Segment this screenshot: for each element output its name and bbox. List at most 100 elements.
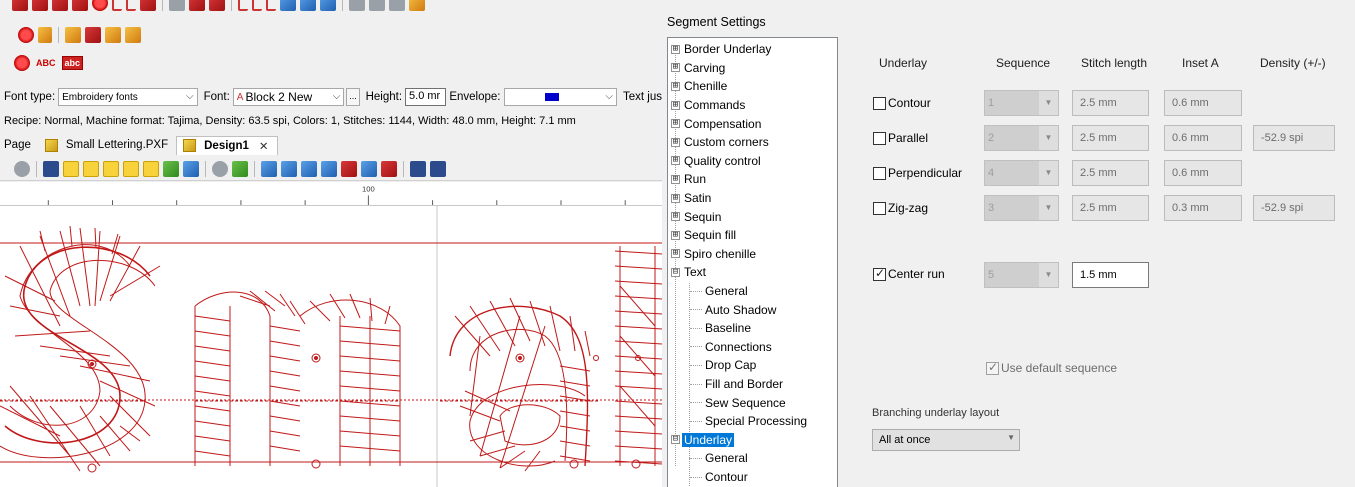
stitch-player-icon[interactable]	[281, 160, 297, 177]
circle-badge-icon[interactable]	[18, 27, 34, 43]
expand-icon[interactable]: ⊞	[671, 100, 680, 110]
line-tool-icon[interactable]	[238, 0, 248, 11]
applique-icon[interactable]	[65, 27, 81, 43]
parallel-sequence-dropdown[interactable]: 2 ▼	[984, 125, 1059, 151]
branching-underlay-dropdown[interactable]: All at once ▼	[872, 429, 1020, 451]
zigzag-checkbox[interactable]: Zig-zag	[873, 201, 928, 215]
stitch-player-icon[interactable]	[361, 160, 377, 177]
pencil-icon[interactable]	[105, 27, 121, 43]
monogram-icon[interactable]	[125, 27, 141, 43]
expand-icon[interactable]: ⊞	[671, 137, 680, 147]
stitch-tool-icon[interactable]	[52, 0, 68, 11]
show-fabric-icon[interactable]	[123, 160, 139, 177]
tree-item-chenille[interactable]: ⊞ Chenille	[668, 77, 729, 96]
tree-item-satin[interactable]: ⊞ Satin	[668, 189, 713, 208]
ruler-icon[interactable]	[163, 160, 179, 177]
line-tool-icon[interactable]	[126, 0, 136, 11]
perpendicular-stitch-length-input[interactable]: 2.5 mm	[1072, 160, 1149, 186]
use-default-sequence-checkbox[interactable]: Use default sequence	[986, 360, 1117, 375]
tree-item-carving[interactable]: ⊞ Carving	[668, 59, 727, 78]
contour-inset-input[interactable]: 0.6 mm	[1164, 90, 1242, 116]
tab-small-lettering[interactable]: Small Lettering.PXF	[39, 136, 176, 155]
tool-icon[interactable]	[209, 0, 225, 11]
pattern-icon[interactable]	[85, 27, 101, 43]
center-run-stitch-length-input[interactable]: 1.5 mm	[1072, 262, 1149, 288]
tree-item-baseline[interactable]: Baseline	[690, 319, 751, 338]
abc-box-icon[interactable]: abc	[61, 56, 84, 70]
tree-item-underlay-general[interactable]: General	[690, 449, 748, 468]
tree-item-border-underlay[interactable]: ⊞ Border Underlay	[668, 40, 773, 59]
stitch-player-icon[interactable]	[381, 160, 397, 177]
target-icon[interactable]	[14, 55, 30, 71]
tree-item-connections[interactable]: Connections	[690, 338, 772, 357]
contour-checkbox[interactable]: Contour	[873, 96, 931, 110]
parallel-checkbox[interactable]: Parallel	[873, 131, 928, 145]
design-canvas[interactable]	[0, 206, 662, 487]
font-dropdown[interactable]: A Block 2 New ⌵	[232, 88, 345, 106]
tree-item-text[interactable]: ⊟ Text	[668, 263, 708, 282]
parallel-inset-input[interactable]: 0.6 mm	[1164, 125, 1242, 151]
center-run-checkbox[interactable]: Center run	[873, 266, 945, 281]
contour-sequence-dropdown[interactable]: 1 ▼	[984, 90, 1059, 116]
tree-item-sequin-fill[interactable]: ⊞ Sequin fill	[668, 226, 738, 245]
numbered-badge-icon[interactable]	[38, 27, 52, 43]
tree-item-compensation[interactable]: ⊞ Compensation	[668, 114, 763, 133]
tree-item-special-processing[interactable]: Special Processing	[690, 412, 807, 431]
tool-icon[interactable]	[280, 0, 296, 11]
stitch-tool-icon[interactable]	[72, 0, 88, 11]
tree-item-spiro-chenille[interactable]: ⊞ Spiro chenille	[668, 245, 758, 264]
stitch-player-icon[interactable]	[261, 160, 277, 177]
line-tool-icon[interactable]	[252, 0, 262, 11]
show-image-icon[interactable]	[43, 160, 59, 177]
expand-icon[interactable]: ⊞	[671, 174, 680, 184]
font-more-button[interactable]: ...	[346, 88, 360, 106]
tree-item-drop-cap[interactable]: Drop Cap	[690, 356, 756, 375]
tree-item-sequin[interactable]: ⊞ Sequin	[668, 207, 723, 226]
parallel-density-input[interactable]: -52.9 spi	[1253, 125, 1335, 151]
stitch-tool-icon[interactable]	[32, 0, 48, 11]
tree-item-custom-corners[interactable]: ⊞ Custom corners	[668, 133, 771, 152]
fill-tool-icon[interactable]	[140, 0, 156, 11]
tab-page[interactable]: Page	[0, 136, 39, 155]
tree-item-sew-sequence[interactable]: Sew Sequence	[690, 393, 786, 412]
zigzag-inset-input[interactable]: 0.3 mm	[1164, 195, 1242, 221]
tree-item-auto-shadow[interactable]: Auto Shadow	[690, 300, 776, 319]
perpendicular-sequence-dropdown[interactable]: 4 ▼	[984, 160, 1059, 186]
tool-icon[interactable]	[389, 0, 405, 11]
center-run-sequence-dropdown[interactable]: 5 ▼	[984, 262, 1059, 288]
height-input[interactable]: 5.0 mr	[405, 88, 447, 106]
tree-item-underlay[interactable]: ⊟ Underlay	[668, 431, 736, 450]
3d-view-icon[interactable]	[232, 160, 248, 177]
show-needle-icon[interactable]	[103, 160, 119, 177]
tool-icon[interactable]	[409, 0, 425, 11]
tool-icon[interactable]	[430, 160, 446, 177]
abc-text-icon[interactable]: ABC	[34, 57, 58, 69]
tool-icon[interactable]	[369, 0, 385, 11]
zigzag-stitch-length-input[interactable]: 2.5 mm	[1072, 195, 1149, 221]
circle-tool-icon[interactable]	[92, 0, 108, 11]
tool-icon[interactable]	[189, 0, 205, 11]
zigzag-density-input[interactable]: -52.9 spi	[1253, 195, 1335, 221]
zoom-icon[interactable]	[83, 160, 99, 177]
envelope-dropdown[interactable]: ⌵	[503, 88, 618, 106]
stitch-player-icon[interactable]	[321, 160, 337, 177]
perpendicular-checkbox[interactable]: Perpendicular	[873, 166, 962, 180]
collapse-icon[interactable]: ⊟	[671, 435, 680, 445]
tool-icon[interactable]	[320, 0, 336, 11]
expand-icon[interactable]: ⊞	[671, 119, 680, 129]
tool-icon[interactable]	[169, 0, 185, 11]
tree-item-run[interactable]: ⊞ Run	[668, 170, 708, 189]
view-icon[interactable]	[14, 160, 30, 177]
zigzag-sequence-dropdown[interactable]: 3 ▼	[984, 195, 1059, 221]
expand-icon[interactable]: ⊞	[671, 63, 680, 73]
contour-stitch-length-input[interactable]: 2.5 mm	[1072, 90, 1149, 116]
satin-icon[interactable]	[410, 160, 426, 177]
timer-icon[interactable]	[212, 160, 228, 177]
tree-item-commands[interactable]: ⊞ Commands	[668, 96, 747, 115]
expand-icon[interactable]: ⊞	[671, 212, 680, 222]
stitch-tool-icon[interactable]	[12, 0, 28, 11]
settings-tree[interactable]: ⊞ Border Underlay ⊞ Carving ⊞ Chenille ⊞ Com…	[667, 37, 838, 487]
show-stitches-icon[interactable]	[63, 160, 79, 177]
line-tool-icon[interactable]	[112, 0, 122, 11]
tree-item-text-general[interactable]: General	[690, 282, 748, 301]
